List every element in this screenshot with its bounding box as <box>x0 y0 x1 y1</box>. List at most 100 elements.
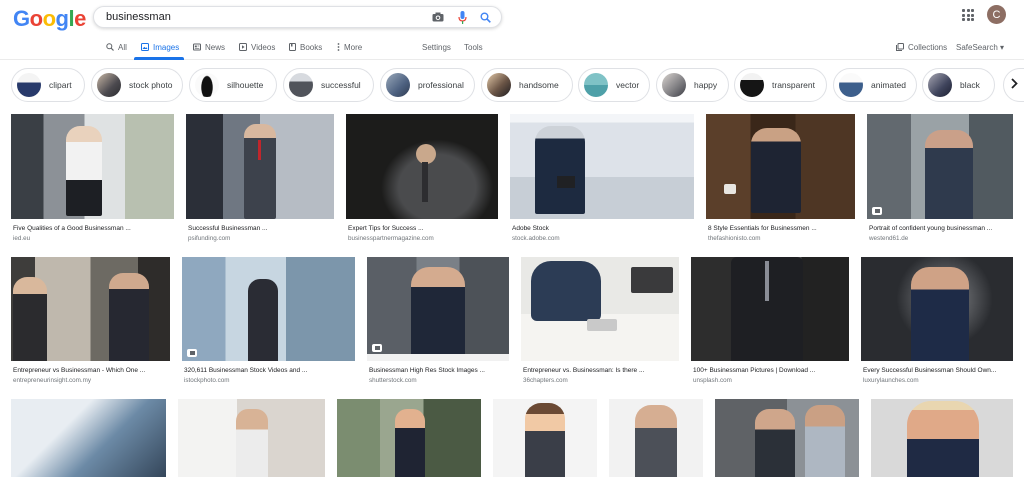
result-source: ied.eu <box>13 235 31 242</box>
chevron-right-icon <box>1011 76 1018 94</box>
result-thumbnail[interactable] <box>367 257 509 361</box>
logo-letter: o <box>29 6 43 31</box>
image-result[interactable]: Expert Tips for Success ... businesspart… <box>346 114 498 246</box>
image-result[interactable]: 320,611 Businessman Stock Videos and ...… <box>182 257 355 389</box>
account-avatar[interactable]: C <box>987 5 1006 24</box>
tools-link[interactable]: Tools <box>464 40 483 54</box>
chip-vector[interactable]: vector <box>578 68 650 102</box>
result-thumbnail[interactable] <box>186 114 334 219</box>
chip-thumbnail <box>740 73 764 97</box>
result-thumbnail[interactable] <box>715 399 859 477</box>
result-source: entrepreneurinsight.com.my <box>13 377 92 384</box>
result-source: stock.adobe.com <box>512 235 560 242</box>
image-result[interactable]: Five Qualities of a Good Businessman ...… <box>11 114 174 246</box>
camera-icon[interactable] <box>431 10 445 24</box>
result-caption[interactable]: Businessman High Res Stock Images ... <box>369 367 509 374</box>
tab-all[interactable]: All <box>106 40 127 54</box>
google-logo[interactable]: Google <box>13 6 86 32</box>
image-result[interactable]: Entrepreneur vs Businessman - Which One … <box>11 257 170 389</box>
tab-books[interactable]: Books <box>289 40 322 54</box>
result-thumbnail[interactable] <box>11 257 170 361</box>
chip-successful[interactable]: successful <box>283 68 374 102</box>
image-result[interactable] <box>178 399 325 477</box>
video-badge-icon <box>372 344 382 352</box>
search-tabs: All Images News Videos Books More Settin… <box>0 34 1024 60</box>
result-thumbnail[interactable] <box>521 257 679 361</box>
chip-silhouette[interactable]: silhouette <box>189 68 277 102</box>
result-caption[interactable]: Entrepreneur vs Businessman - Which One … <box>13 367 169 374</box>
settings-link[interactable]: Settings <box>422 40 451 54</box>
chip-clipart[interactable]: clipart <box>11 68 85 102</box>
chip-thumbnail <box>97 73 121 97</box>
result-caption[interactable]: Entrepreneur vs. Businessman: Is there .… <box>523 367 679 374</box>
chip-animated[interactable]: animated <box>833 68 917 102</box>
logo-letter: e <box>74 6 86 31</box>
chip-stock-photo[interactable]: stock photo <box>91 68 183 102</box>
image-result[interactable]: 100+ Businessman Pictures | Download ...… <box>691 257 849 389</box>
result-thumbnail[interactable] <box>871 399 1013 477</box>
result-thumbnail[interactable] <box>861 257 1013 361</box>
result-thumbnail[interactable] <box>706 114 855 219</box>
image-result[interactable] <box>871 399 1013 477</box>
tab-images[interactable]: Images <box>141 40 179 54</box>
result-source: thefashionisto.com <box>708 235 761 242</box>
chip-happy[interactable]: happy <box>656 68 729 102</box>
image-result[interactable]: Portrait of confident young businessman … <box>867 114 1013 246</box>
chip-thumbnail <box>195 73 219 97</box>
result-caption[interactable]: 320,611 Businessman Stock Videos and ... <box>184 367 354 374</box>
result-caption[interactable]: Adobe Stock <box>512 225 692 232</box>
safesearch-menu[interactable]: SafeSearch ▾ <box>956 40 1004 54</box>
result-thumbnail[interactable] <box>609 399 703 477</box>
result-caption[interactable]: Portrait of confident young businessman … <box>869 225 1013 232</box>
tab-videos[interactable]: Videos <box>239 40 275 54</box>
image-result[interactable] <box>715 399 859 477</box>
result-thumbnail[interactable] <box>510 114 694 219</box>
image-result[interactable] <box>609 399 703 477</box>
result-thumbnail[interactable] <box>178 399 325 477</box>
chip-transparent[interactable]: transparent <box>734 68 827 102</box>
image-result[interactable]: Every Successful Businessman Should Own.… <box>861 257 1013 389</box>
collections-link[interactable]: Collections <box>896 40 947 54</box>
result-caption[interactable]: Expert Tips for Success ... <box>348 225 498 232</box>
tab-videos-label: Videos <box>251 42 276 52</box>
result-caption[interactable]: Successful Businessman ... <box>188 225 334 232</box>
image-result[interactable]: Businessman High Res Stock Images ... sh… <box>367 257 509 389</box>
image-result[interactable]: Entrepreneur vs. Businessman: Is there .… <box>521 257 679 389</box>
book-icon <box>289 43 296 51</box>
tab-news[interactable]: News <box>193 40 225 54</box>
result-thumbnail[interactable] <box>11 114 174 219</box>
result-caption[interactable]: Every Successful Businessman Should Own.… <box>863 367 1013 374</box>
search-box[interactable] <box>93 6 502 28</box>
image-result[interactable]: Successful Businessman ... psifunding.co… <box>186 114 334 246</box>
image-result[interactable]: 8 Style Essentials for Businessmen ... t… <box>706 114 855 246</box>
active-tab-indicator <box>134 57 184 60</box>
result-thumbnail[interactable] <box>493 399 597 477</box>
search-input[interactable] <box>106 9 416 25</box>
image-result[interactable] <box>493 399 597 477</box>
result-thumbnail[interactable] <box>11 399 166 477</box>
chip-thumbnail <box>928 73 952 97</box>
search-icon[interactable] <box>478 10 492 24</box>
apps-grid-icon[interactable] <box>962 9 974 21</box>
image-result[interactable]: Adobe Stock stock.adobe.com <box>510 114 694 246</box>
chip-handsome[interactable]: handsome <box>481 68 573 102</box>
tab-more[interactable]: More <box>337 40 362 54</box>
image-result[interactable] <box>11 399 166 477</box>
result-thumbnail[interactable] <box>867 114 1013 219</box>
chips-next-button[interactable] <box>1003 68 1024 102</box>
result-thumbnail[interactable] <box>337 399 481 477</box>
chip-professional[interactable]: professional <box>380 68 475 102</box>
result-thumbnail[interactable] <box>182 257 355 361</box>
header: Google C <box>0 0 1024 34</box>
result-caption[interactable]: 8 Style Essentials for Businessmen ... <box>708 225 854 232</box>
microphone-icon[interactable] <box>455 10 469 24</box>
result-caption[interactable]: Five Qualities of a Good Businessman ... <box>13 225 173 232</box>
result-thumbnail[interactable] <box>691 257 849 361</box>
chip-black[interactable]: black <box>922 68 995 102</box>
chip-thumbnail <box>487 73 511 97</box>
result-caption[interactable]: 100+ Businessman Pictures | Download ... <box>693 367 849 374</box>
image-result[interactable] <box>337 399 481 477</box>
result-thumbnail[interactable] <box>346 114 498 219</box>
chip-thumbnail <box>386 73 410 97</box>
video-icon <box>239 43 247 51</box>
